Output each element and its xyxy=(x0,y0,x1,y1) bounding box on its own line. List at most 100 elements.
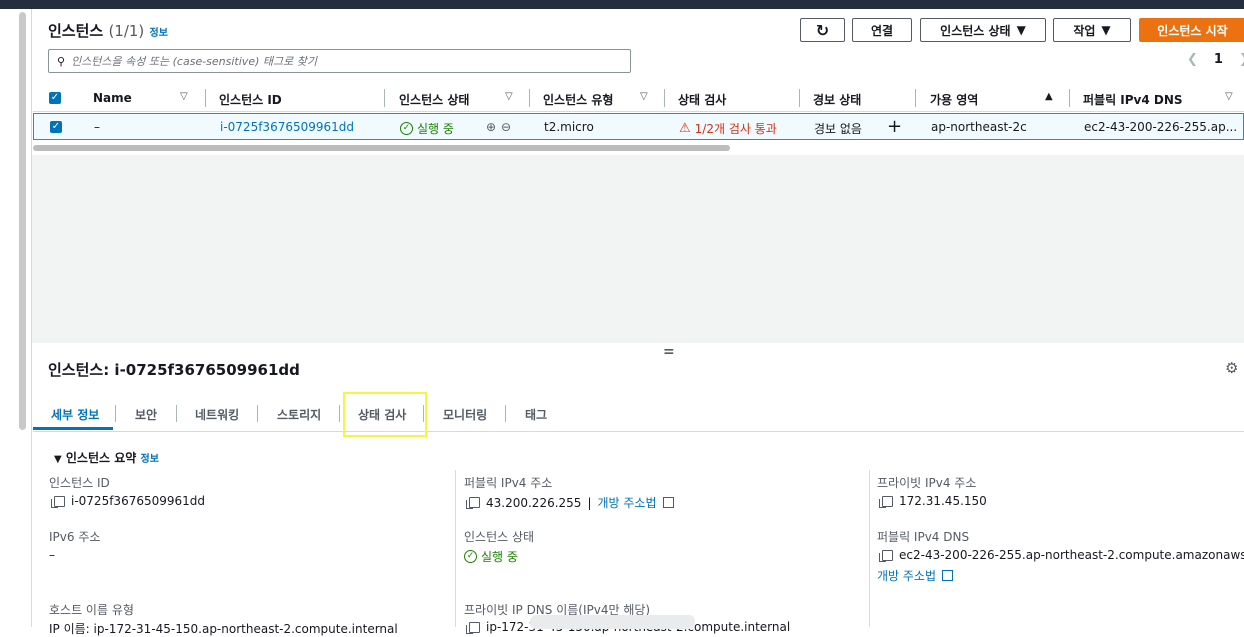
open-address-link[interactable]: 개방 주소법 xyxy=(877,567,936,584)
filter-icon[interactable]: ▽ xyxy=(505,91,513,102)
instance-id-label: 인스턴스 ID xyxy=(49,476,110,490)
open-address-link[interactable]: 개방 주소법 xyxy=(597,494,656,511)
connect-button[interactable]: 연결 xyxy=(852,18,912,42)
instance-summary-header[interactable]: ▼ 인스턴스 요약 정보 xyxy=(54,449,159,466)
ipv6-value: – xyxy=(49,548,55,562)
gear-icon[interactable]: ⚙ xyxy=(1225,359,1238,377)
copy-icon[interactable] xyxy=(879,495,893,508)
vertical-scrollbar[interactable] xyxy=(19,12,26,430)
copy-icon[interactable] xyxy=(466,497,480,509)
public-dns-value: ec2-43-200-226-255.ap-northeast-2.comput… xyxy=(879,548,1244,562)
column-instance-state[interactable]: 인스턴스 상태 xyxy=(399,91,469,108)
warning-icon: ⚠ xyxy=(679,121,691,136)
filter-icon[interactable]: ▽ xyxy=(180,91,188,102)
instance-id-text: i-0725f3676509961dd xyxy=(71,494,206,508)
cell-status-check: ⚠ 1/2개 검사 통과 xyxy=(679,120,777,137)
highlight-box xyxy=(343,392,427,437)
public-ip-text: 43.200.226.255 xyxy=(486,495,582,510)
caret-down-icon: ▼ xyxy=(1016,23,1026,37)
external-link-icon[interactable] xyxy=(662,497,674,508)
section-info-link[interactable]: 정보 xyxy=(141,454,159,465)
cell-instance-id-link[interactable]: i-0725f3676509961dd xyxy=(220,120,354,134)
public-dns-open-link[interactable]: 개방 주소법 xyxy=(877,567,954,584)
column-divider xyxy=(455,470,456,627)
table-empty-area xyxy=(32,155,1244,343)
instance-state-value: ✓ 실행 중 xyxy=(464,548,518,565)
instance-state-dropdown[interactable]: 인스턴스 상태 ▼ xyxy=(920,18,1046,42)
tab-networking[interactable]: 네트워킹 xyxy=(195,406,239,423)
public-ip-value: 43.200.226.255 | 개방 주소법 xyxy=(466,494,674,511)
instance-state-label: 인스턴스 상태 xyxy=(940,23,1011,38)
cell-type: t2.micro xyxy=(544,120,594,134)
zoom-in-icon[interactable]: ⊕ xyxy=(486,120,496,134)
check-circle-icon: ✓ xyxy=(400,122,413,135)
column-divider xyxy=(869,470,870,627)
actions-dropdown[interactable]: 작업 ▼ xyxy=(1053,18,1131,42)
left-panel xyxy=(0,9,32,627)
chevron-left-icon[interactable]: ❮ xyxy=(1187,52,1198,67)
external-link-icon[interactable] xyxy=(942,570,954,581)
column-public-dns[interactable]: 퍼블릭 IPv4 DNS xyxy=(1083,91,1183,108)
title-text: 인스턴스 xyxy=(48,22,104,40)
column-instance-type[interactable]: 인스턴스 유형 xyxy=(543,91,613,108)
column-instance-id[interactable]: 인스턴스 ID xyxy=(219,91,282,108)
tab-tags[interactable]: 태그 xyxy=(525,406,547,423)
connect-label: 연결 xyxy=(870,23,894,38)
refresh-button[interactable]: ↻ xyxy=(800,18,845,42)
launch-label: 인스턴스 시작 xyxy=(1157,23,1228,38)
row-checkbox[interactable]: ✓ xyxy=(50,121,62,133)
select-all-checkbox[interactable]: ✓ xyxy=(49,92,61,104)
detail-title: 인스턴스: i-0725f3676509961dd xyxy=(48,361,300,379)
caret-down-icon: ▼ xyxy=(54,454,62,465)
copy-icon[interactable] xyxy=(466,621,480,634)
column-availability-zone[interactable]: 가용 영역 xyxy=(930,91,978,108)
caret-down-icon: ▼ xyxy=(1101,23,1111,37)
tab-monitoring[interactable]: 모니터링 xyxy=(443,406,487,423)
search-icon: ⚲ xyxy=(57,54,66,68)
column-status-check[interactable]: 상태 검사 xyxy=(678,91,726,108)
private-ip-value: 172.31.45.150 xyxy=(879,494,987,508)
section-title: 인스턴스 요약 xyxy=(65,451,137,465)
launch-instance-button[interactable]: 인스턴스 시작 xyxy=(1139,18,1244,42)
public-dns-text: ec2-43-200-226-255.ap-northeast-2.comput… xyxy=(899,548,1244,562)
chevron-right-icon[interactable]: ❯ xyxy=(1239,52,1244,67)
filter-icon[interactable]: ▽ xyxy=(1225,91,1233,102)
state-text: 실행 중 xyxy=(417,122,454,136)
active-tab-indicator xyxy=(33,427,113,430)
pagination: ❮ 1 ❯ xyxy=(1187,52,1244,67)
public-ip-label: 퍼블릭 IPv4 주소 xyxy=(464,476,553,490)
check-circle-icon: ✓ xyxy=(464,550,477,563)
column-alarm-status[interactable]: 경보 상태 xyxy=(813,91,861,108)
separator: | xyxy=(587,495,592,510)
resize-handle-icon[interactable]: = xyxy=(663,344,675,360)
instance-count: (1/1) xyxy=(108,22,145,40)
info-link[interactable]: 정보 xyxy=(150,28,168,39)
search-input[interactable]: ⚲ 인스턴스을 속성 또는 (case-sensitive) 태그로 찾기 xyxy=(48,49,631,73)
tab-details[interactable]: 세부 정보 xyxy=(51,406,99,423)
private-ip-text: 172.31.45.150 xyxy=(899,494,987,508)
tab-storage[interactable]: 스토리지 xyxy=(277,406,321,423)
page-number[interactable]: 1 xyxy=(1214,52,1223,67)
instance-state-label: 인스턴스 상태 xyxy=(464,530,535,544)
zoom-out-icon[interactable]: ⊖ xyxy=(501,120,511,134)
copy-icon[interactable] xyxy=(879,549,893,562)
cell-az: ap-northeast-2c xyxy=(931,120,1027,134)
top-navigation-bar xyxy=(0,0,1244,9)
table-row[interactable]: ✓ – i-0725f3676509961dd ✓ 실행 중 ⊕ ⊖ t2.mi… xyxy=(33,113,1244,140)
cell-name: – xyxy=(94,120,100,134)
column-name[interactable]: Name xyxy=(93,91,132,105)
copy-icon[interactable] xyxy=(51,495,65,508)
table-header: ✓ Name ▽ 인스턴스 ID 인스턴스 상태 ▽ 인스턴스 유형 ▽ 상태 … xyxy=(33,85,1244,112)
hostname-type-value: IP 이름: ip-172-31-45-150.ap-northeast-2.c… xyxy=(49,622,398,636)
hostname-type-label: 호스트 이름 유형 xyxy=(49,603,134,617)
sort-ascending-icon[interactable]: ▲ xyxy=(1045,91,1053,102)
cell-state: ✓ 실행 중 xyxy=(400,120,454,137)
status-check-text: 1/2개 검사 통과 xyxy=(694,122,777,136)
horizontal-scrollbar[interactable] xyxy=(33,145,730,151)
detail-tabs: 세부 정보 보안 네트워킹 스토리지 상태 검사 모니터링 태그 xyxy=(33,397,1244,432)
private-ip-label: 프라이빗 IPv4 주소 xyxy=(877,476,977,490)
ipv6-label: IPv6 주소 xyxy=(49,530,101,544)
add-alarm-button[interactable]: + xyxy=(887,116,902,137)
tab-security[interactable]: 보안 xyxy=(135,406,157,423)
filter-icon[interactable]: ▽ xyxy=(640,91,648,102)
